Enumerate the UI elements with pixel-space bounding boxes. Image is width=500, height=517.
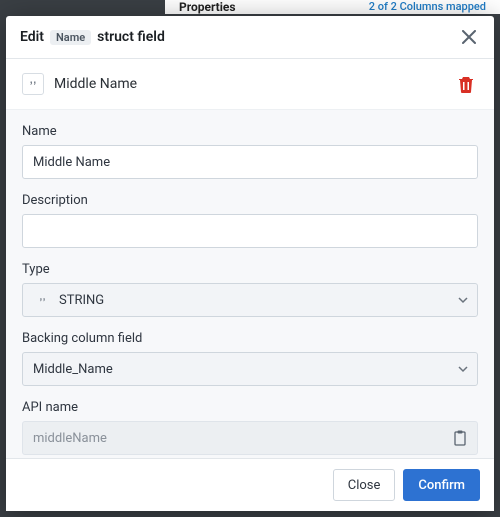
bg-properties-heading: Properties <box>179 0 236 14</box>
name-input[interactable] <box>22 145 478 179</box>
field-name-display: Middle Name <box>54 76 137 92</box>
close-icon-button[interactable] <box>458 26 480 48</box>
string-type-icon <box>22 73 44 95</box>
confirm-button[interactable]: Confirm <box>403 469 480 501</box>
description-label: Description <box>22 193 478 208</box>
type-label: Type <box>22 262 478 277</box>
modal-footer: Close Confirm <box>6 458 494 511</box>
close-icon <box>462 30 476 44</box>
copy-api-name-button[interactable] <box>449 426 471 450</box>
modal-title-tag: Name <box>50 30 91 45</box>
modal-header: Edit Name struct field <box>6 16 494 59</box>
bg-mapped-text: 2 of 2 Columns mapped <box>369 0 486 13</box>
string-type-icon <box>33 291 51 309</box>
field-header-row: Middle Name <box>6 59 494 110</box>
modal-title-prefix: Edit <box>20 29 44 45</box>
modal-title-suffix: struct field <box>97 29 165 45</box>
api-name-label: API name <box>22 400 478 415</box>
chevron-down-icon <box>458 295 468 305</box>
api-name-readonly: middleName <box>22 421 478 455</box>
description-input[interactable] <box>22 214 478 248</box>
form-area: Name Description Type STRING <box>6 110 494 458</box>
close-button[interactable]: Close <box>333 469 396 501</box>
trash-icon <box>458 75 474 93</box>
modal-title: Edit Name struct field <box>20 29 165 45</box>
background-toolbar: Properties 2 of 2 Columns mapped <box>165 0 500 14</box>
backing-column-value: Middle_Name <box>33 362 113 377</box>
type-select[interactable]: STRING <box>22 283 478 317</box>
type-value: STRING <box>59 293 104 308</box>
delete-field-button[interactable] <box>454 71 478 97</box>
edit-struct-field-modal: Edit Name struct field Middle Name Name <box>6 16 494 511</box>
clipboard-icon <box>453 430 467 446</box>
api-name-value: middleName <box>33 431 107 446</box>
name-label: Name <box>22 124 478 139</box>
backing-column-select[interactable]: Middle_Name <box>22 352 478 386</box>
backing-column-label: Backing column field <box>22 331 478 346</box>
chevron-down-icon <box>458 364 468 374</box>
